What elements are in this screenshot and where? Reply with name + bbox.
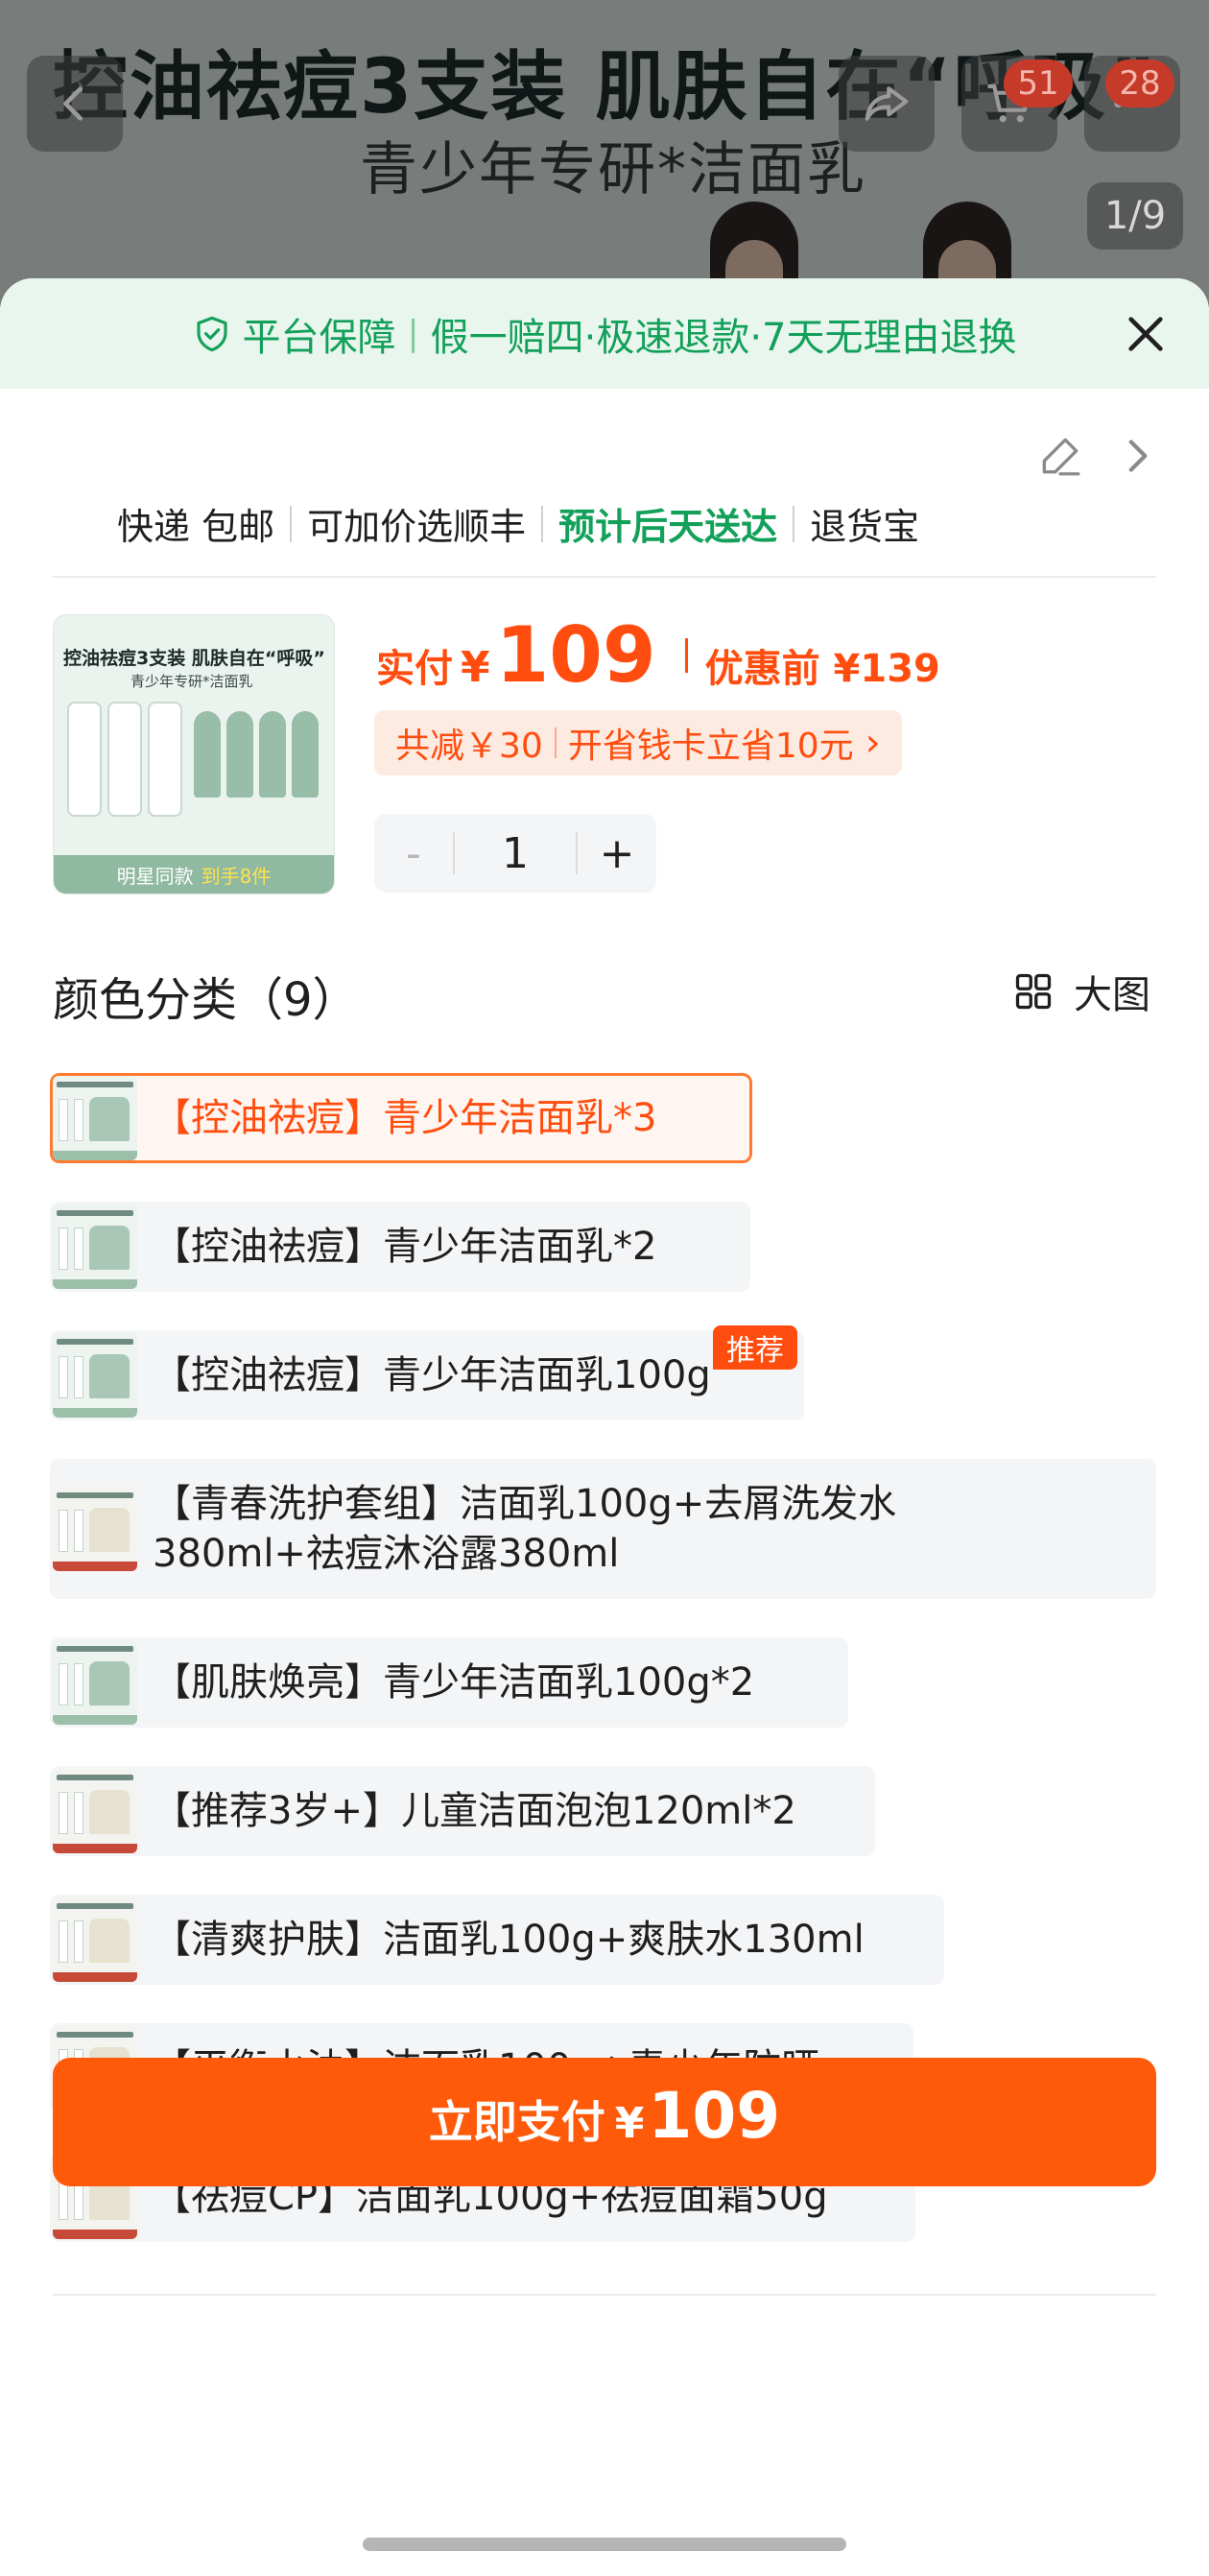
sku-selection-sheet: 平台保障 | 假一赔四·极速退款·7天无理由退换 快递 包邮 可加价选顺丰 预计… <box>0 278 1209 2576</box>
quantity-stepper[interactable]: - 1 + <box>374 814 656 893</box>
variant-label: 【推荐3岁+】儿童洁面泡泡120ml*2 <box>153 1789 796 1833</box>
product-tube-image <box>67 702 102 817</box>
variant-option[interactable]: 【控油祛痘】青少年洁面乳*2 <box>50 1202 750 1292</box>
savings-card-offer: 开省钱卡立省10元 <box>567 727 854 766</box>
thumbnail-title: 控油祛痘3支装 肌肤自在“呼吸” <box>63 648 325 669</box>
product-tube-image <box>107 702 142 817</box>
variant-thumbnail <box>53 1205 137 1289</box>
divider <box>290 505 293 542</box>
total-savings: 共减￥30 <box>395 727 543 766</box>
model-image <box>194 711 221 798</box>
model-image <box>259 711 286 798</box>
variant-thumbnail <box>53 1487 137 1571</box>
pay-button-amount: 109 <box>648 2079 781 2153</box>
address-edit-row <box>0 432 1209 489</box>
product-tube-image <box>148 702 182 817</box>
shield-check-icon <box>197 316 228 351</box>
variant-label: 【控油祛痘】青少年洁面乳100g <box>153 1353 711 1397</box>
currency-symbol: ¥ <box>461 643 490 692</box>
cart-count-badge: 28 <box>1105 60 1174 107</box>
pay-now-button[interactable]: 立即支付 ¥ 109 <box>53 2058 1156 2186</box>
final-price: 109 <box>495 610 656 700</box>
chevron-left-icon <box>63 86 83 121</box>
variant-section-title: 颜色分类（9） <box>53 973 359 1027</box>
guarantee-text: 假一赔四·极速退款·7天无理由退换 <box>430 315 1017 360</box>
close-icon <box>1128 317 1163 351</box>
model-image <box>226 711 253 798</box>
big-picture-toggle[interactable]: 大图 <box>1012 964 1150 1019</box>
home-indicator[interactable] <box>363 2538 846 2551</box>
price-label: 实付 <box>376 647 453 691</box>
delivery-item-shunfeng: 可加价选顺丰 <box>307 506 527 548</box>
variant-option[interactable]: 【推荐3岁+】儿童洁面泡泡120ml*2 <box>50 1766 875 1856</box>
pay-button-currency: ¥ <box>614 2099 645 2148</box>
variant-label: 【肌肤焕亮】青少年洁面乳100g*2 <box>153 1660 755 1705</box>
divider <box>793 505 795 542</box>
chevron-right-icon[interactable] <box>1113 432 1161 480</box>
section-divider <box>53 576 1156 578</box>
divider <box>541 505 544 542</box>
delivery-item-express: 快递 包邮 <box>117 506 275 548</box>
delivery-options[interactable]: 快递 包邮 可加价选顺丰 预计后天送达 退货宝 <box>117 497 919 550</box>
variant-option-selected[interactable]: 【控油祛痘】青少年洁面乳*3 <box>50 1073 752 1163</box>
quantity-value[interactable]: 1 <box>453 829 578 878</box>
message-count-badge: 51 <box>1004 60 1073 107</box>
variant-option[interactable]: 【青春洗护套组】洁面乳100g+去屑洗发水380ml+祛痘沐浴露380ml <box>50 1459 1156 1599</box>
model-image <box>292 711 319 798</box>
increase-quantity-button[interactable]: + <box>578 814 656 893</box>
share-icon <box>865 86 909 121</box>
image-counter: 1/9 <box>1087 182 1183 250</box>
divider <box>684 637 688 673</box>
variant-thumbnail <box>53 1333 137 1418</box>
background-product-page: 控油祛痘3支装 肌肤自在“呼吸” 青少年专研*洁面乳 51 28 1/9 <box>0 0 1209 307</box>
edit-icon[interactable] <box>1036 432 1084 480</box>
price-before-discount: 优惠前 ¥139 <box>704 647 940 691</box>
delivery-item-eta: 预计后天送达 <box>558 506 778 548</box>
delivery-item-return-insurance: 退货宝 <box>810 506 920 548</box>
back-button[interactable] <box>27 56 123 152</box>
price-row: 实付 ¥ 109 优惠前 ¥139 <box>376 610 940 700</box>
variant-thumbnail <box>53 1640 137 1725</box>
variant-thumbnail <box>53 1769 137 1853</box>
guarantee-separator: | <box>407 314 419 353</box>
decrease-quantity-button[interactable]: - <box>374 814 453 893</box>
variant-option[interactable]: 【控油祛痘】青少年洁面乳100g 推荐 <box>50 1325 804 1420</box>
thumbnail-footer: 明星同款 到手8件 <box>54 855 334 894</box>
variant-thumbnail <box>53 1076 137 1160</box>
big-picture-label: 大图 <box>1074 973 1150 1017</box>
platform-guarantee-bar[interactable]: 平台保障 | 假一赔四·极速退款·7天无理由退换 <box>0 278 1209 389</box>
share-button[interactable] <box>839 56 935 152</box>
guarantee-title: 平台保障 <box>242 315 396 360</box>
variant-thumbnail <box>53 1897 137 1982</box>
thumbnail-footer-text: 明星同款 <box>116 864 194 888</box>
variant-label: 【控油祛痘】青少年洁面乳*2 <box>153 1225 657 1269</box>
thumbnail-subtitle: 青少年专研*洁面乳 <box>130 673 253 690</box>
variant-label: 【清爽护肤】洁面乳100g+爽肤水130ml <box>153 1918 865 1962</box>
pay-button-label: 立即支付 <box>428 2096 605 2148</box>
variant-label: 【控油祛痘】青少年洁面乳*3 <box>153 1096 657 1140</box>
grid-icon <box>1015 973 1052 1010</box>
section-divider <box>53 2294 1156 2296</box>
overlay-scrim[interactable] <box>0 0 1209 307</box>
thumbnail-footer-highlight: 到手8件 <box>201 864 272 888</box>
savings-card-pill[interactable]: 共减￥30 开省钱卡立省10元 › <box>374 710 902 775</box>
divider <box>554 727 557 758</box>
variant-option[interactable]: 【肌肤焕亮】青少年洁面乳100g*2 <box>50 1637 848 1728</box>
recommend-badge: 推荐 <box>713 1325 797 1370</box>
chevron-right-icon: › <box>865 721 881 765</box>
variant-label: 【青春洗护套组】洁面乳100g+去屑洗发水380ml+祛痘沐浴露380ml <box>153 1482 897 1576</box>
close-button[interactable] <box>1115 303 1176 365</box>
product-thumbnail[interactable]: 控油祛痘3支装 肌肤自在“呼吸” 青少年专研*洁面乳 明星同款 到手8件 <box>53 614 335 894</box>
variant-option[interactable]: 【清爽护肤】洁面乳100g+爽肤水130ml <box>50 1895 944 1985</box>
